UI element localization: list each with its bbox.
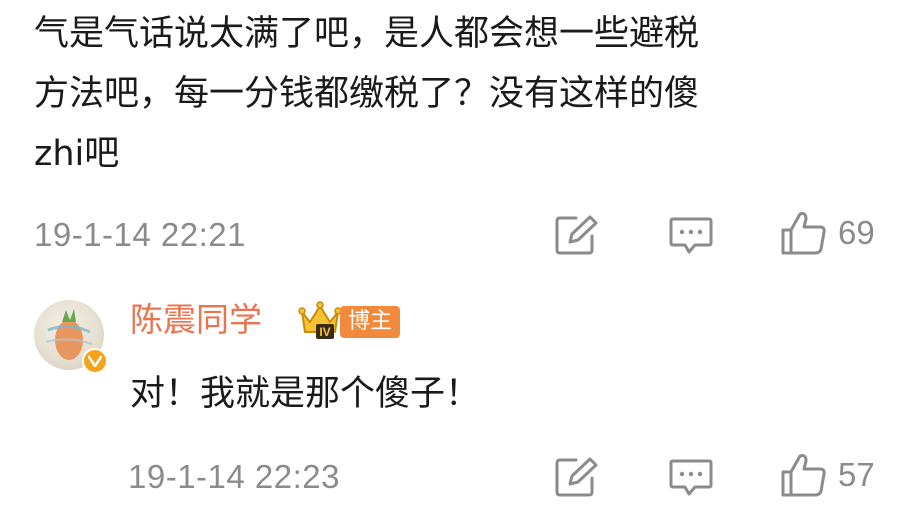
comment-bubble-icon <box>669 459 713 496</box>
like-count: 57 <box>838 456 875 493</box>
comment-button[interactable] <box>669 216 713 256</box>
avatar[interactable] <box>34 300 108 374</box>
comment-bubble-icon <box>669 217 713 254</box>
like-button[interactable]: 69 <box>780 210 875 256</box>
comment-button[interactable] <box>669 458 713 498</box>
reply-timestamp: 19-1-14 22:23 <box>128 458 340 495</box>
reply-username[interactable]: 陈震同学 <box>130 298 262 342</box>
comment-timestamp: 19-1-14 22:21 <box>34 216 246 253</box>
share-button[interactable] <box>554 214 598 256</box>
reply-text: 对！我就是那个傻子！ <box>130 374 481 414</box>
thumbs-up-icon <box>781 212 826 255</box>
comment-meta-row: 19-1-14 22:21 69 <box>34 210 894 260</box>
like-count: 69 <box>838 214 875 251</box>
role-badge: 博主 <box>340 306 401 338</box>
like-button[interactable]: 57 <box>780 452 875 498</box>
reply-comment: 陈震同学 IV 博主 对！我就是那个傻子！ <box>34 296 894 446</box>
thumbs-up-icon <box>781 454 826 497</box>
share-edit-icon <box>555 457 598 497</box>
reply-meta-row: 19-1-14 22:23 57 <box>128 452 894 502</box>
crown-icon: IV <box>298 300 342 346</box>
verified-badge-icon <box>82 348 108 374</box>
level-badge-text: IV <box>319 325 330 339</box>
share-edit-icon <box>555 215 598 255</box>
comment-text: 气是气话说太满了吧，是人都会想一些避税 方法吧，每一分钱都缴税了？没有这样的傻 … <box>34 14 700 174</box>
share-button[interactable] <box>554 456 598 498</box>
